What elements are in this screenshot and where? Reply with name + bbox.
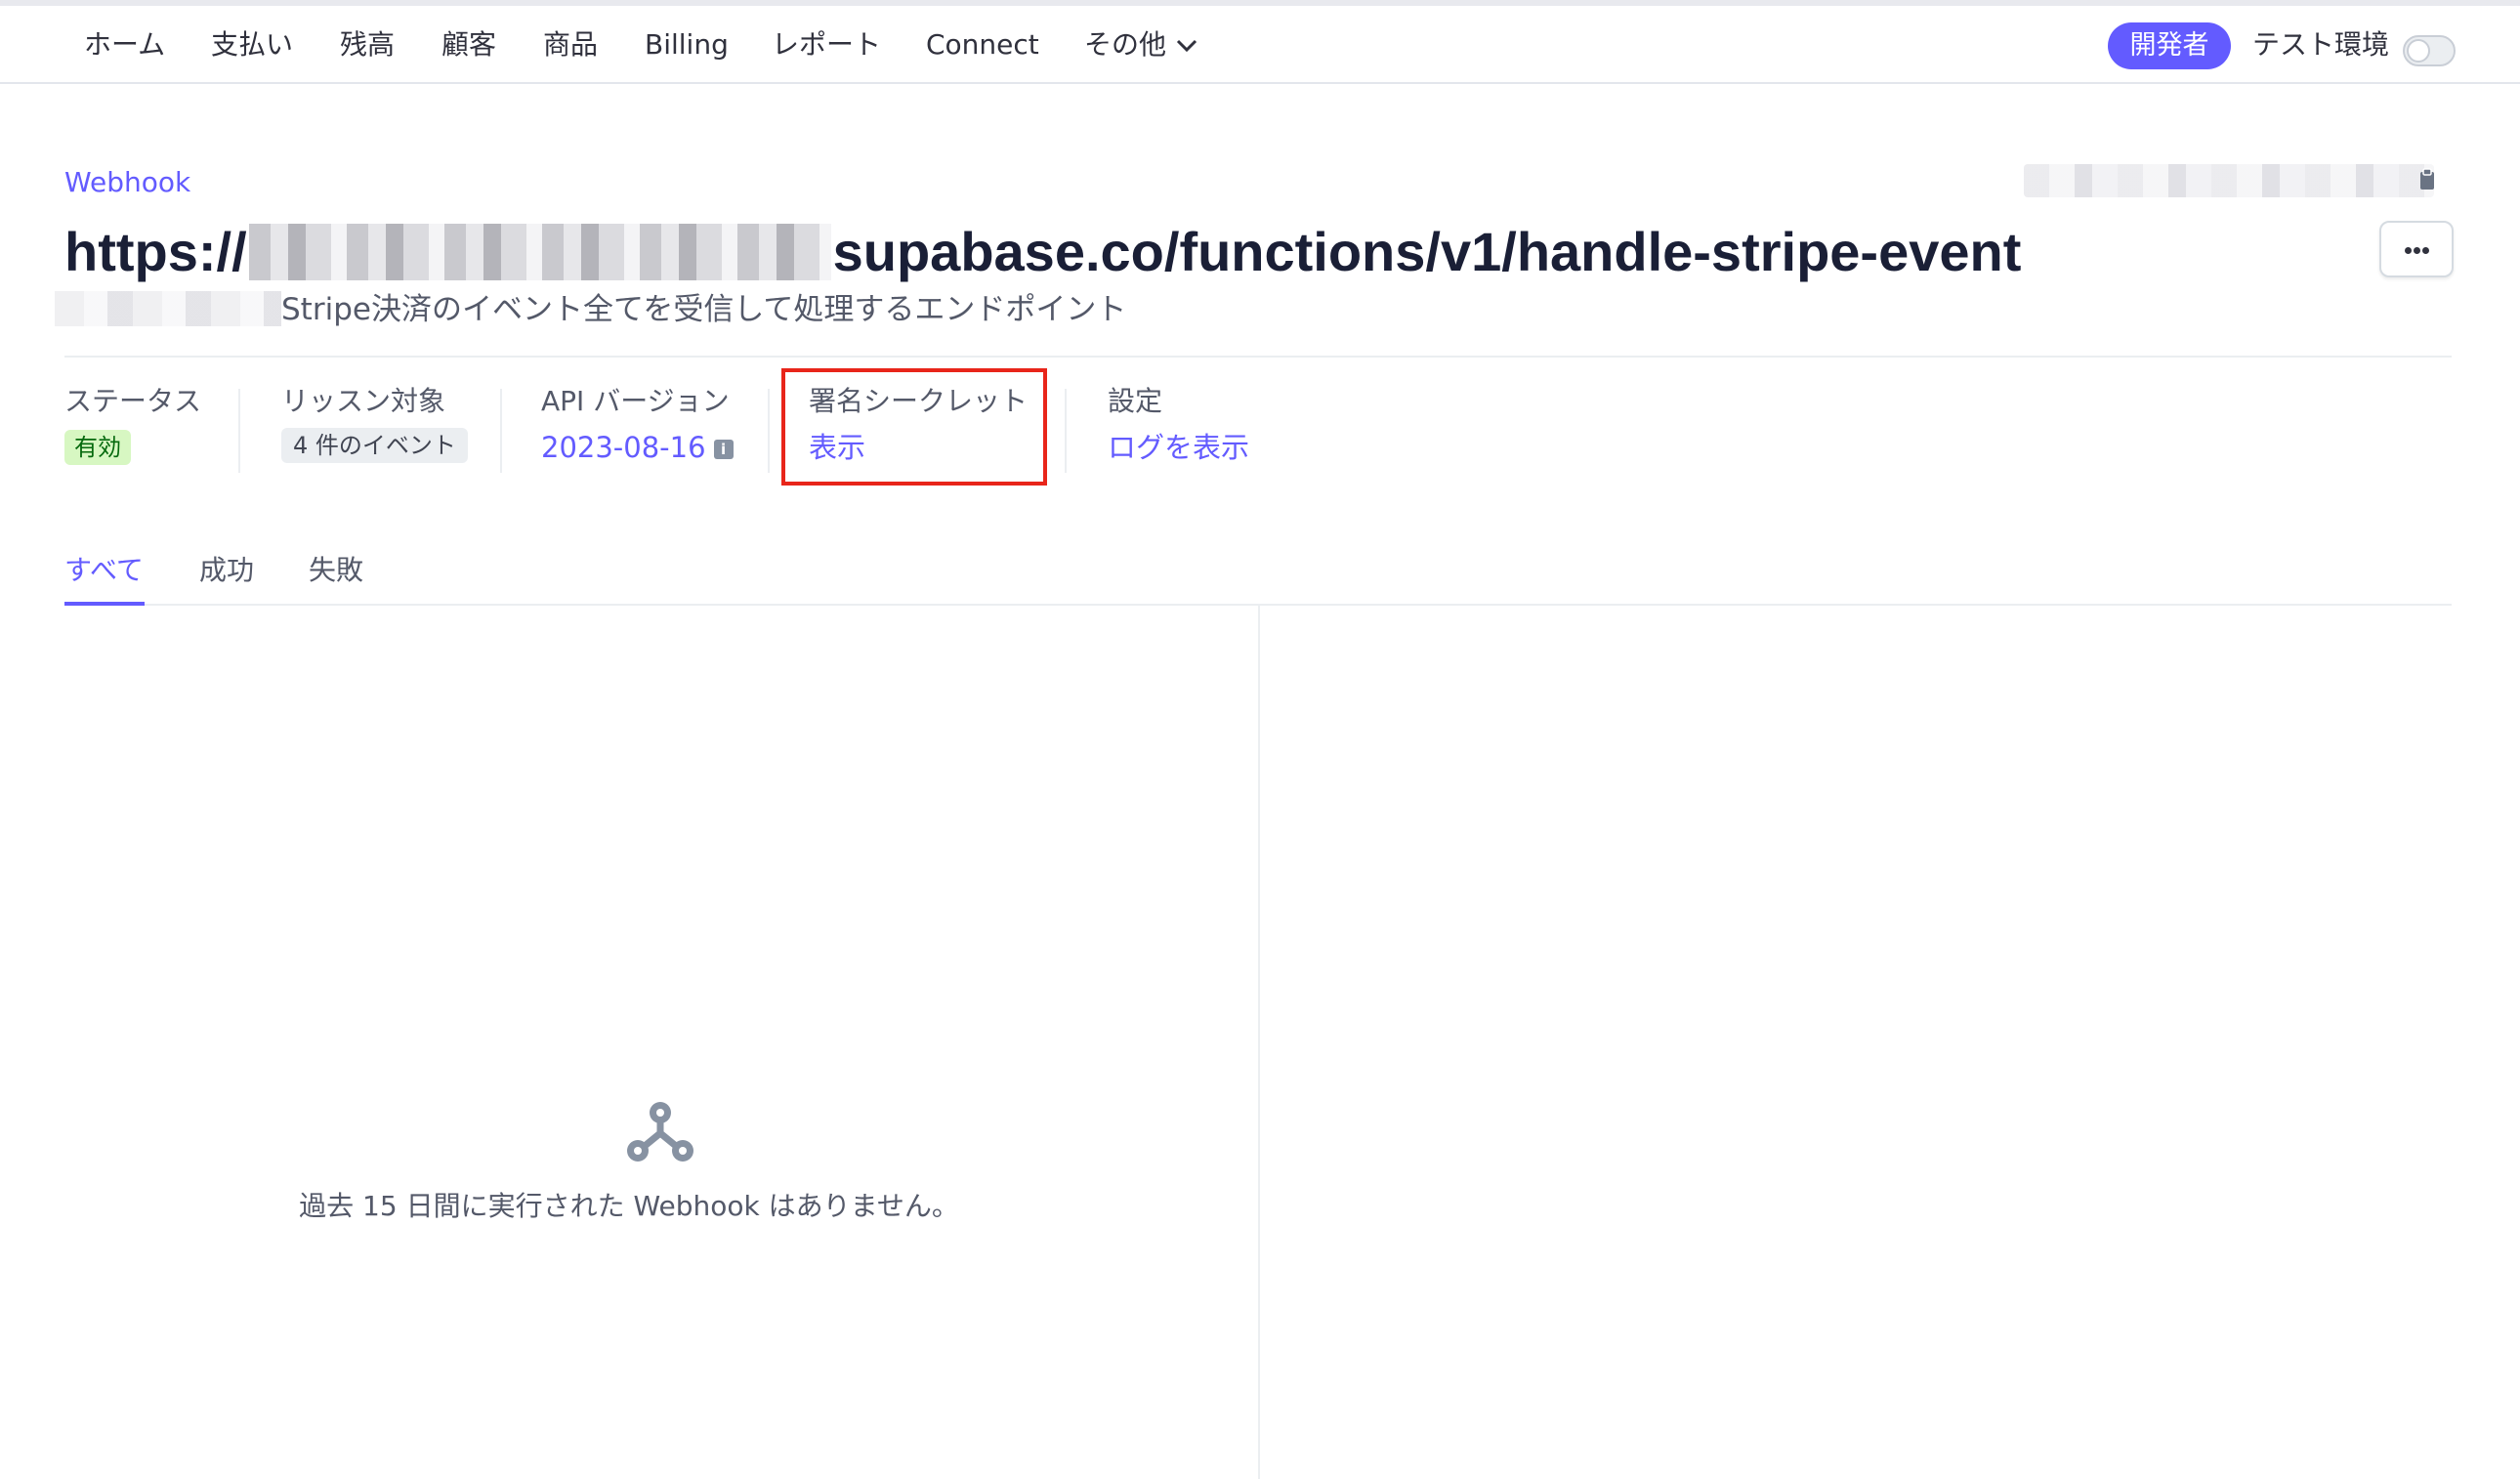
status-badge: 有効 [64, 430, 131, 465]
settings-label: 設定 [1108, 385, 1163, 417]
more-dot-icon [2405, 247, 2412, 254]
url-prefix: https:// [64, 221, 247, 282]
toggle-knob [2407, 39, 2430, 63]
webhook-icon [627, 1102, 693, 1162]
redacted-endpoint-id [2024, 164, 2434, 197]
tab-failed[interactable]: 失敗 [309, 547, 363, 594]
redacted-url-segment [248, 224, 831, 280]
api-version-value: 2023-08-16 [541, 431, 706, 464]
clipboard-icon[interactable] [2418, 168, 2436, 191]
more-dot-icon [2422, 247, 2429, 254]
test-mode-toggle[interactable] [2403, 35, 2456, 66]
developer-badge[interactable]: 開発者 [2108, 22, 2231, 69]
nav-products[interactable]: 商品 [543, 27, 598, 63]
empty-state-message: 過去 15 日間に実行された Webhook はありません。 [299, 1190, 959, 1222]
view-logs-link[interactable]: ログを表示 [1108, 430, 1249, 465]
api-version-link[interactable]: 2023-08-16 i [541, 430, 734, 465]
chevron-down-icon [1176, 39, 1197, 53]
panel-divider [1258, 606, 1260, 1479]
more-actions-button[interactable] [2379, 221, 2454, 277]
meta-separator [500, 389, 502, 473]
nav-home[interactable]: ホーム [84, 27, 165, 63]
info-icon: i [713, 440, 734, 459]
listening-badge[interactable]: 4 件のイベント [281, 428, 468, 463]
meta-api-version: API バージョン 2023-08-16 i [541, 385, 734, 465]
meta-settings: 設定 ログを表示 [1108, 385, 1249, 465]
nav-payments[interactable]: 支払い [211, 27, 293, 63]
more-dot-icon [2414, 247, 2420, 254]
redacted-description-segment [55, 291, 281, 326]
page-title: https:// supabase.co/functions/v1/handle-… [64, 219, 2021, 285]
nav-more-label: その他 [1084, 28, 1167, 61]
meta-separator [1065, 389, 1067, 473]
test-mode-label: テスト環境 [2252, 28, 2390, 61]
meta-separator [768, 389, 770, 473]
highlight-annotation [781, 368, 1047, 486]
status-label: ステータス [64, 385, 202, 417]
listening-label: リッスン対象 [281, 385, 446, 417]
tab-all[interactable]: すべて [64, 547, 144, 594]
nav-reports[interactable]: レポート [772, 27, 881, 63]
meta-listening: リッスン対象 4 件のイベント [281, 385, 468, 463]
meta-status: ステータス 有効 [64, 385, 201, 465]
api-version-label: API バージョン [541, 385, 730, 417]
endpoint-description: Stripe決済のイベント全てを受信して処理するエンドポイント [281, 292, 1127, 327]
active-tab-indicator [64, 602, 145, 606]
nav-customers[interactable]: 顧客 [441, 27, 496, 63]
nav-connect[interactable]: Connect [926, 27, 1039, 63]
url-suffix: supabase.co/functions/v1/handle-stripe-e… [832, 221, 2022, 282]
tab-succeeded[interactable]: 成功 [199, 547, 254, 594]
nav-more[interactable]: その他 [1084, 27, 1197, 63]
divider [64, 356, 2452, 358]
meta-separator [238, 389, 240, 473]
top-navigation: ホーム 支払い 残高 顧客 商品 Billing レポート Connect その… [0, 6, 2520, 84]
breadcrumb[interactable]: Webhook [64, 166, 190, 199]
nav-billing[interactable]: Billing [645, 27, 729, 63]
nav-balances[interactable]: 残高 [340, 27, 395, 63]
